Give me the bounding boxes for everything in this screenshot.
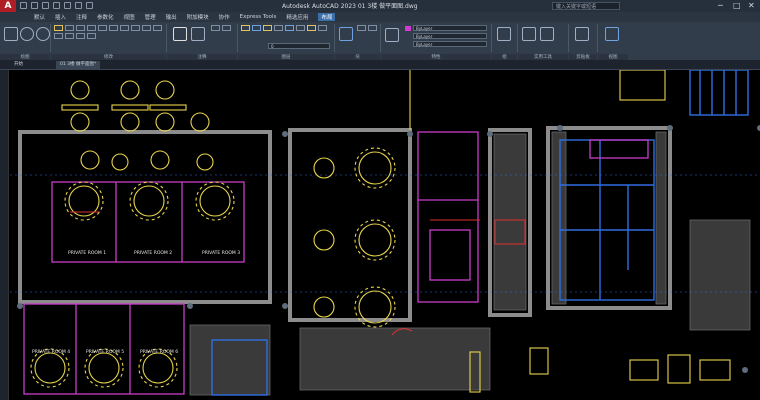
ribbon-panel-properties: ByLayer ByLayer ByLayer 特性 (381, 24, 492, 62)
table-icon[interactable] (222, 25, 231, 31)
stretch-icon[interactable] (120, 25, 129, 31)
ribbon-panel-draw: 绘图 (0, 24, 51, 62)
private-room-6-label: PRIVATE ROOM 6 (140, 349, 178, 355)
tab-express-tools[interactable]: Express Tools (240, 14, 277, 20)
minimize-button[interactable]: ─ (718, 0, 723, 12)
plot-icon[interactable] (64, 2, 71, 9)
break-icon[interactable] (87, 33, 96, 39)
private-room-5-label: PRIVATE ROOM 5 (86, 349, 124, 355)
circle-icon[interactable] (36, 27, 50, 41)
layer-dropdown[interactable]: 0 (268, 43, 330, 49)
layer-isolate-icon[interactable] (285, 25, 294, 31)
layer-walk-icon[interactable] (318, 25, 327, 31)
layer-on-icon[interactable] (307, 25, 316, 31)
ribbon-panel-annotation: 注释 (167, 24, 238, 62)
tab-drawing[interactable]: 01 3楼 做平面图* (56, 61, 101, 69)
paste-icon[interactable] (575, 27, 589, 41)
calculator-icon[interactable] (540, 27, 554, 41)
tab-start[interactable]: 开始 (10, 61, 27, 69)
tab-manage[interactable]: 管理 (145, 13, 156, 21)
ribbon-panel-clipboard: 剪贴板 (569, 24, 598, 62)
mirror-icon[interactable] (98, 25, 107, 31)
save-as-icon[interactable] (53, 2, 60, 9)
move-icon[interactable] (54, 25, 63, 31)
fillet-icon[interactable] (109, 25, 118, 31)
maximize-button[interactable]: □ (733, 0, 741, 12)
tab-parametric[interactable]: 参数化 (97, 13, 114, 21)
polyline-icon[interactable] (20, 27, 34, 41)
ribbon-empty-area (628, 22, 760, 60)
ribbon-panel-groups: 组 (492, 24, 518, 62)
color-swatch (405, 26, 411, 31)
quick-access-toolbar (20, 2, 93, 9)
ribbon-panel-utilities: 实用工具 (518, 24, 569, 62)
layer-properties-icon[interactable] (241, 25, 250, 31)
leader-icon[interactable] (211, 25, 220, 31)
tab-layout[interactable]: 布局 (318, 13, 336, 21)
open-icon[interactable] (31, 2, 38, 9)
layer-off-icon[interactable] (252, 25, 261, 31)
match-properties-icon[interactable] (385, 28, 399, 42)
window-title: Autodesk AutoCAD 2023 01 3楼 做平面图.dwg (282, 3, 418, 10)
text-icon[interactable] (173, 27, 187, 41)
private-room-4-label: PRIVATE ROOM 4 (32, 349, 70, 355)
tab-output[interactable]: 输出 (166, 13, 177, 21)
tab-collaborate[interactable]: 协作 (219, 13, 230, 21)
ribbon-tab-bar: 默认 插入 注释 参数化 视图 管理 输出 附加模块 协作 Express To… (0, 12, 760, 22)
ribbon-panel-block: 块 (335, 24, 381, 62)
document-tab-bar: 开始 01 3楼 做平面图* (0, 60, 760, 70)
layer-freeze-icon[interactable] (263, 25, 272, 31)
search-input[interactable]: 键入关键字或短语 (552, 2, 620, 10)
lineweight-dropdown[interactable]: ByLayer (413, 41, 487, 47)
tab-addins[interactable]: 附加模块 (187, 13, 209, 21)
tab-default[interactable]: 默认 (34, 13, 45, 21)
close-button[interactable]: ✕ (748, 0, 755, 12)
group-icon[interactable] (497, 27, 511, 41)
edit-block-icon[interactable] (368, 25, 377, 31)
layer-match-icon[interactable] (296, 25, 305, 31)
trim-icon[interactable] (76, 25, 85, 31)
private-room-2-label: PRIVATE ROOM 2 (134, 250, 172, 256)
undo-icon[interactable] (75, 2, 82, 9)
base-view-icon[interactable] (605, 27, 619, 41)
ribbon-panel-view: 视图 (598, 24, 628, 62)
erase-icon[interactable] (153, 25, 162, 31)
tab-insert[interactable]: 插入 (55, 13, 66, 21)
outer-walls (18, 126, 672, 322)
join-icon[interactable] (76, 33, 85, 39)
copy-icon[interactable] (87, 25, 96, 31)
array-icon[interactable] (142, 25, 151, 31)
line-icon[interactable] (4, 27, 18, 41)
tab-featured-apps[interactable]: 精选应用 (286, 13, 308, 21)
offset-icon[interactable] (65, 33, 74, 39)
linetype-dropdown[interactable]: ByLayer (413, 33, 487, 39)
layer-lock-icon[interactable] (274, 25, 283, 31)
left-side-toolbar (0, 70, 9, 400)
insert-block-icon[interactable] (339, 27, 353, 41)
explode-icon[interactable] (54, 33, 63, 39)
tab-annotate[interactable]: 注释 (76, 13, 87, 21)
title-bar: A Autodesk AutoCAD 2023 01 3楼 做平面图.dwg 键… (0, 0, 760, 12)
rotate-icon[interactable] (65, 25, 74, 31)
save-icon[interactable] (42, 2, 49, 9)
private-room-3-label: PRIVATE ROOM 3 (202, 250, 240, 256)
ribbon: 绘图 修改 注释 0 图层 块 ByLayer ByLayer ByLayer … (0, 22, 760, 62)
drawing-canvas[interactable]: PRIVATE ROOM 1 PRIVATE ROOM 2 PRIVATE RO… (0, 70, 760, 400)
color-dropdown[interactable]: ByLayer (413, 25, 487, 31)
scale-icon[interactable] (131, 25, 140, 31)
dimension-icon[interactable] (191, 27, 205, 41)
new-icon[interactable] (20, 2, 27, 9)
ribbon-panel-modify: 修改 (51, 24, 167, 62)
private-room-1-label: PRIVATE ROOM 1 (68, 250, 106, 256)
measure-icon[interactable] (522, 27, 536, 41)
tab-view[interactable]: 视图 (124, 13, 135, 21)
redo-icon[interactable] (86, 2, 93, 9)
ribbon-panel-layers: 0 图层 (238, 24, 335, 62)
autocad-logo-icon[interactable]: A (0, 0, 16, 12)
create-block-icon[interactable] (357, 25, 366, 31)
